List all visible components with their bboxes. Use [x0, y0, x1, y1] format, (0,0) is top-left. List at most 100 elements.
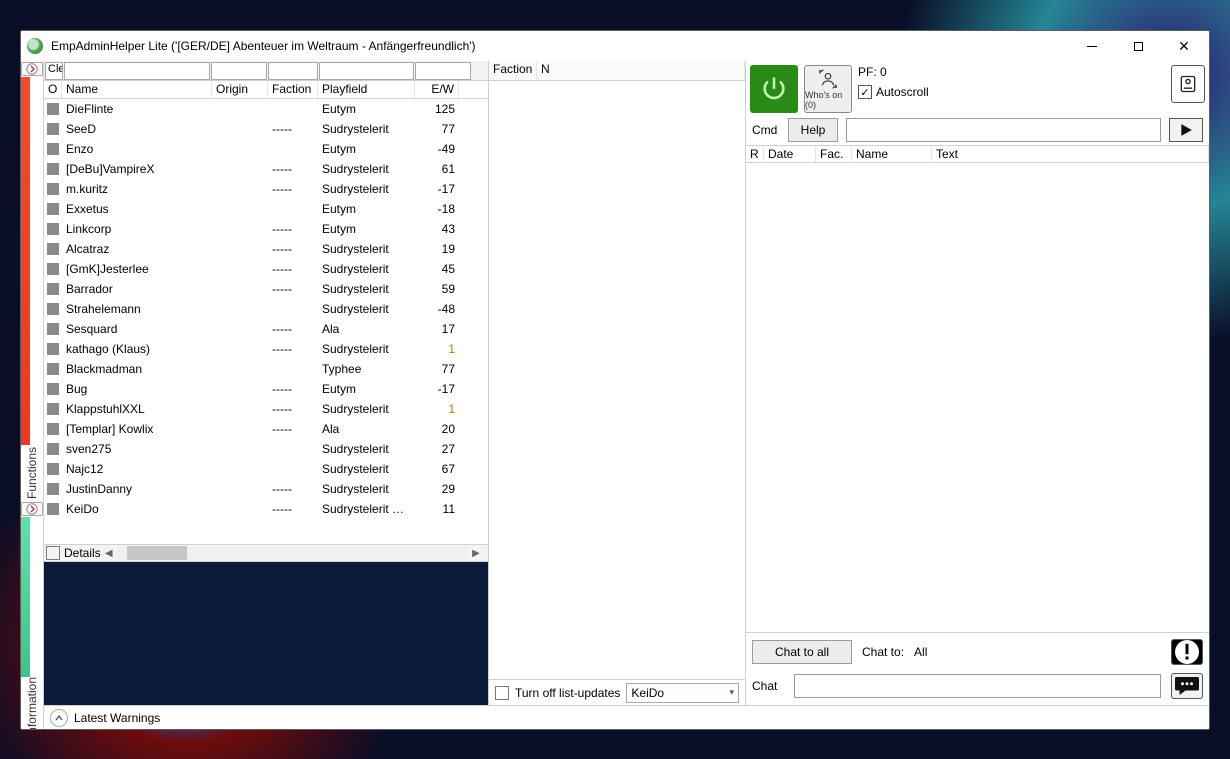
filter-clear-button[interactable]: Cle [45, 62, 63, 80]
table-row[interactable]: SeeD-----Sudrystelerit77 [44, 119, 488, 139]
log-col-text[interactable]: Text [932, 146, 1209, 162]
send-chat-button[interactable] [1171, 673, 1203, 699]
table-row[interactable]: Barrador-----Sudrystelerit59 [44, 279, 488, 299]
cell-name: Exxetus [62, 202, 212, 216]
factions-body[interactable] [489, 81, 745, 679]
col-playfield[interactable]: Playfield [318, 81, 415, 98]
table-row[interactable]: BlackmadmanTyphee77 [44, 359, 488, 379]
turnoff-checkbox[interactable] [495, 686, 509, 700]
functions-label: Functions [21, 445, 43, 501]
log-col-fac[interactable]: Fac. [816, 146, 852, 162]
filter-faction-input[interactable] [268, 62, 318, 80]
filter-origin-input[interactable] [211, 62, 267, 80]
details-scroll-left[interactable]: ◀ [101, 548, 117, 559]
status-square [47, 123, 59, 135]
power-button[interactable] [750, 65, 798, 113]
warnings-expander[interactable] [50, 709, 68, 727]
cell-faction: ----- [268, 242, 318, 256]
table-row[interactable]: ExxetusEutym-18 [44, 199, 488, 219]
cmd-input[interactable] [846, 118, 1161, 142]
information-expander[interactable] [21, 502, 43, 516]
cell-playfield: Sudrystelerit [318, 462, 415, 476]
table-row[interactable]: KlappstuhlXXL-----Sudrystelerit1 [44, 399, 488, 419]
alert-button[interactable] [1171, 639, 1203, 665]
cell-faction: ----- [268, 342, 318, 356]
chevron-right-icon [26, 503, 38, 515]
log-col-r[interactable]: R [746, 146, 764, 162]
right-toolbar: Who's on (0) PF: 0 ✓ Autoscroll [746, 61, 1209, 115]
col-faction2[interactable]: Faction [489, 61, 537, 80]
chat-input[interactable] [794, 674, 1161, 698]
log-col-date[interactable]: Date [764, 146, 816, 162]
table-row[interactable]: [Templar] Kowlix-----Ala20 [44, 419, 488, 439]
details-scroll-track[interactable] [117, 546, 468, 560]
filter-ew-input[interactable] [415, 62, 471, 80]
details-checkbox[interactable] [46, 546, 60, 560]
player-select[interactable]: KeiDo ▾ [626, 683, 739, 703]
status-square [47, 163, 59, 175]
cell-name: Linkcorp [62, 222, 212, 236]
col-ew[interactable]: E/W [415, 81, 459, 98]
table-row[interactable]: [DeBu]VampireX-----Sudrystelerit61 [44, 159, 488, 179]
whos-on-label: Who's on (0) [805, 90, 851, 110]
functions-expander[interactable] [21, 62, 43, 76]
maximize-button[interactable] [1115, 31, 1161, 61]
table-row[interactable]: kathago (Klaus)-----Sudrystelerit1 [44, 339, 488, 359]
table-row[interactable]: Alcatraz-----Sudrystelerit19 [44, 239, 488, 259]
run-button[interactable] [1169, 118, 1203, 142]
cell-ew: 61 [415, 162, 459, 176]
table-row[interactable]: DieFlinteEutym125 [44, 99, 488, 119]
warnings-label: Latest Warnings [74, 711, 160, 725]
close-button[interactable]: ✕ [1161, 31, 1207, 61]
status-square [47, 323, 59, 335]
players-pane: Cle O Name Origin Faction Playfield E/W [44, 61, 489, 705]
journal-icon [1178, 74, 1198, 94]
minimize-button[interactable] [1069, 31, 1115, 61]
table-row[interactable]: m.kuritz-----Sudrystelerit-17 [44, 179, 488, 199]
console-area[interactable] [44, 562, 488, 705]
cell-name: m.kuritz [62, 182, 212, 196]
log-col-name[interactable]: Name [852, 146, 932, 162]
whos-on-button[interactable]: Who's on (0) [804, 65, 852, 113]
help-button[interactable]: Help [788, 118, 838, 142]
status-square [47, 343, 59, 355]
filter-playfield-input[interactable] [319, 62, 414, 80]
table-row[interactable]: Sesquard-----Ala17 [44, 319, 488, 339]
right-pane: Who's on (0) PF: 0 ✓ Autoscroll [746, 61, 1209, 705]
autoscroll-checkbox[interactable]: ✓ [858, 85, 872, 99]
col-name[interactable]: Name [62, 81, 212, 98]
cell-playfield: Eutym [318, 382, 415, 396]
players-grid-body[interactable]: DieFlinteEutym125SeeD-----Sudrystelerit7… [44, 99, 488, 544]
table-row[interactable]: EnzoEutym-49 [44, 139, 488, 159]
log-body[interactable] [746, 163, 1209, 632]
col-n[interactable]: N [537, 61, 745, 80]
table-row[interactable]: JustinDanny-----Sudrystelerit29 [44, 479, 488, 499]
functions-sidebar: Functions Information [21, 61, 43, 729]
table-row[interactable]: Najc12Sudrystelerit67 [44, 459, 488, 479]
table-row[interactable]: Linkcorp-----Eutym43 [44, 219, 488, 239]
table-row[interactable]: StrahelemannSudrystelerit-48 [44, 299, 488, 319]
table-row[interactable]: KeiDo-----Sudrystelerit Sector11 [44, 499, 488, 519]
cell-faction: ----- [268, 222, 318, 236]
titlebar[interactable]: EmpAdminHelper Lite ('[GER/DE] Abenteuer… [21, 31, 1209, 61]
cell-ew: 67 [415, 462, 459, 476]
cell-playfield: Sudrystelerit [318, 302, 415, 316]
col-origin[interactable]: Origin [212, 81, 268, 98]
details-scroll-right[interactable]: ▶ [468, 548, 484, 559]
table-row[interactable]: [GmK]Jesterlee-----Sudrystelerit45 [44, 259, 488, 279]
status-square [47, 483, 59, 495]
cell-ew: 29 [415, 482, 459, 496]
cell-name: Alcatraz [62, 242, 212, 256]
bottom-bar: Latest Warnings [44, 705, 1209, 729]
col-o[interactable]: O [44, 81, 62, 98]
cell-name: Bug [62, 382, 212, 396]
table-row[interactable]: sven275Sudrystelerit27 [44, 439, 488, 459]
cell-faction: ----- [268, 382, 318, 396]
window-title: EmpAdminHelper Lite ('[GER/DE] Abenteuer… [51, 39, 1069, 53]
col-faction[interactable]: Faction [268, 81, 318, 98]
table-row[interactable]: Bug-----Eutym-17 [44, 379, 488, 399]
cell-ew: 19 [415, 242, 459, 256]
chat-to-all-button[interactable]: Chat to all [752, 640, 852, 664]
journal-button[interactable] [1171, 65, 1205, 103]
filter-name-input[interactable] [64, 62, 210, 80]
